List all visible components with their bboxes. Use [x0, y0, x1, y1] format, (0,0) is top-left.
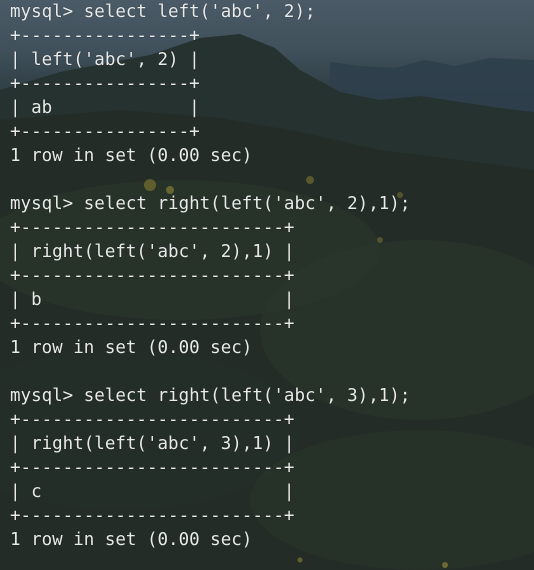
table-border: +----------------+ — [10, 74, 200, 94]
table-border: +-------------------------+ — [10, 410, 295, 430]
table-border: +-------------------------+ — [10, 266, 295, 286]
table-border: +----------------+ — [10, 122, 200, 142]
table-border: +-------------------------+ — [10, 506, 295, 526]
result-summary: 1 row in set (0.00 sec) — [10, 146, 253, 166]
prompt-line: mysql> select right(left('abc', 3),1); — [10, 386, 411, 406]
terminal-output: mysql> select left('abc', 2); +---------… — [10, 0, 410, 552]
table-border: +----------------+ — [10, 26, 200, 46]
table-row: | c | — [10, 482, 295, 502]
result-summary: 1 row in set (0.00 sec) — [10, 338, 253, 358]
terminal-window[interactable]: mysql> select left('abc', 2); +---------… — [0, 0, 534, 570]
table-border: +-------------------------+ — [10, 218, 295, 238]
result-summary: 1 row in set (0.00 sec) — [10, 530, 253, 550]
table-header-row: | left('abc', 2) | — [10, 50, 200, 70]
prompt-line: mysql> select left('abc', 2); — [10, 2, 316, 22]
table-row: | b | — [10, 290, 295, 310]
prompt-line: mysql> select right(left('abc', 2),1); — [10, 194, 411, 214]
table-row: | ab | — [10, 98, 200, 118]
table-border: +-------------------------+ — [10, 458, 295, 478]
table-header-row: | right(left('abc', 3),1) | — [10, 434, 295, 454]
table-border: +-------------------------+ — [10, 314, 295, 334]
table-header-row: | right(left('abc', 2),1) | — [10, 242, 295, 262]
